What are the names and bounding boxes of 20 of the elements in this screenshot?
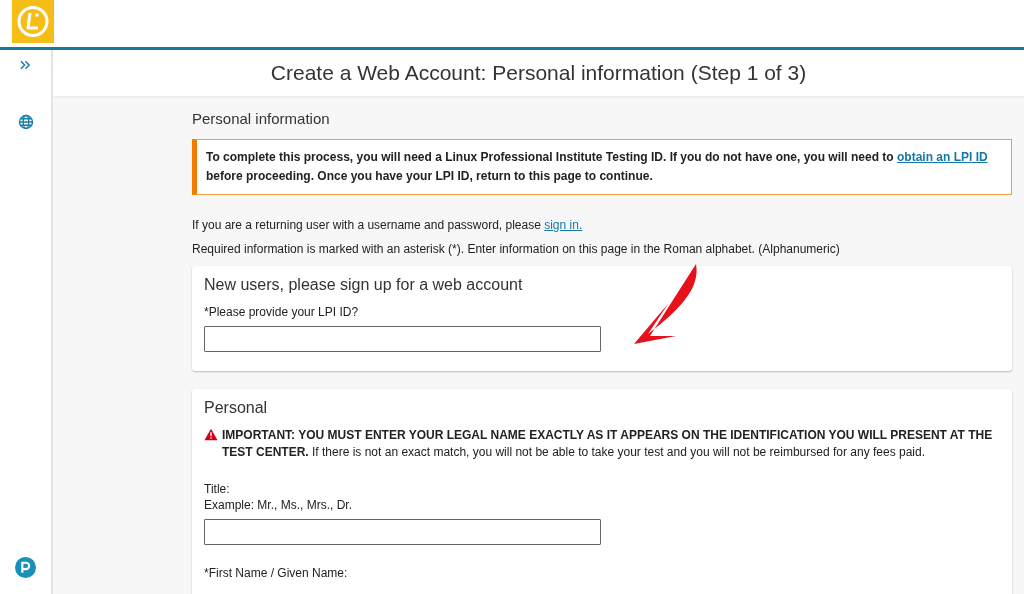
field-hint: Example: Mr., Ms., Mrs., Dr.	[204, 497, 352, 513]
input-field[interactable]	[204, 326, 601, 352]
warning-icon	[204, 428, 218, 441]
field-label: *First Name / Given Name:	[204, 565, 348, 581]
obtain-id-link[interactable]: obtain an LPI ID	[897, 150, 988, 164]
field-label: Title:	[204, 481, 230, 497]
notice-message: To complete this process, you will need a Linux Professional Institute Testing ID. If you do not have one, you will need to obtain an LPI ID before proceeding. Once you have your LPI ID, return to this page to continue.	[192, 139, 1012, 195]
returning-user-text: If you are a returning user with a username and password, please sign in.	[192, 217, 584, 233]
card-title: New users, please sign up for a web account	[204, 276, 524, 294]
warning-message: IMPORTANT: YOU MUST ENTER YOUR LEGAL NAME EXACTLY AS IT APPEARS ON THE IDENTIFICATION YOU WILL PRESENT AT THE TEST CENTER. If there is not an exact match, you will not be able to take your test and you will not be reimbursed for any fees paid.	[222, 427, 994, 461]
globe-icon[interactable]	[17, 114, 34, 130]
pearson-icon[interactable]	[15, 557, 36, 578]
section-title: Personal information	[192, 110, 331, 127]
field-label: *Please provide your LPI ID?	[204, 304, 359, 320]
required-note: Required information is marked with an asterisk (*). Enter information on this page in the Roman alphabet. (Alphanumeric)	[192, 241, 841, 257]
input-field[interactable]	[204, 519, 601, 545]
page-title: Create a Web Account: Personal information (Step 1 of 3)	[270, 61, 807, 85]
card-title: Personal	[204, 399, 269, 417]
expand-icon[interactable]	[20, 60, 31, 70]
sign-in-link[interactable]: sign in.	[544, 218, 583, 232]
